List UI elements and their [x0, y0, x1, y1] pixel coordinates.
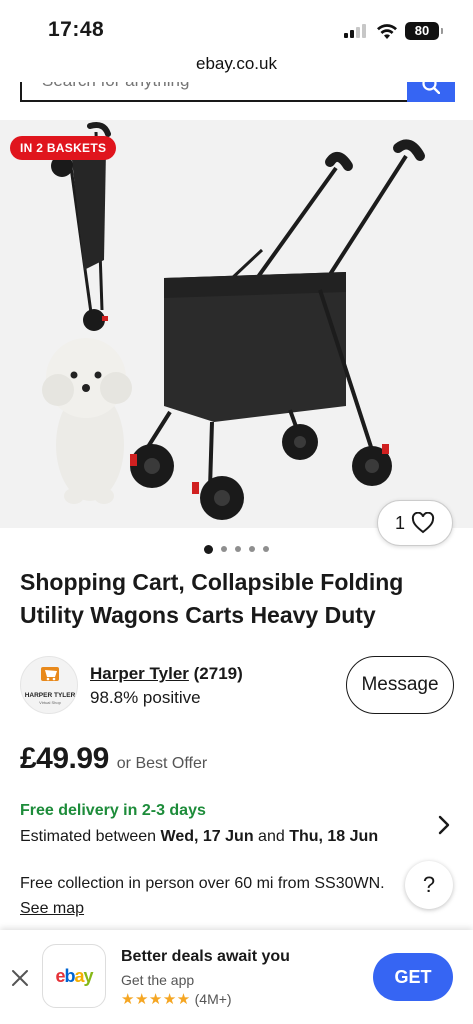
- app-install-banner: ebay Better deals await you Get the app …: [0, 930, 473, 1024]
- carousel-dot[interactable]: [221, 546, 227, 552]
- search-button[interactable]: [407, 82, 455, 102]
- browser-url[interactable]: ebay.co.uk: [0, 54, 473, 84]
- status-bar: 17:48 80: [0, 0, 473, 56]
- seller-logo-text: HARPER TYLER: [25, 692, 76, 699]
- carousel-dot[interactable]: [263, 546, 269, 552]
- search-input[interactable]: [22, 82, 408, 100]
- search-field[interactable]: [20, 82, 408, 102]
- collection-info: Free collection in person over 60 mi fro…: [20, 871, 390, 921]
- product-title: Shopping Cart, Collapsible Folding Utili…: [20, 569, 404, 628]
- heart-icon: [411, 512, 435, 534]
- delivery-title[interactable]: Free delivery in 2-3 days: [20, 802, 206, 820]
- search-bar: [0, 82, 473, 120]
- banner-title: Better deals await you: [121, 948, 290, 965]
- product-image-gallery[interactable]: IN 2 BASKETS: [0, 120, 473, 528]
- delivery-estimate[interactable]: Estimated between Wed, 17 Jun and Thu, 1…: [20, 828, 378, 846]
- get-app-button[interactable]: GET: [373, 953, 453, 1001]
- seller-name-row[interactable]: Harper Tyler (2719): [90, 664, 243, 684]
- wifi-icon: [377, 24, 397, 39]
- carousel-dot[interactable]: [204, 545, 213, 554]
- banner-subtitle: Get the app: [121, 972, 195, 988]
- seller-logo-subtext: Virtual Shop: [39, 700, 61, 705]
- rating-count: (4M+): [194, 991, 232, 1007]
- image-carousel-dots[interactable]: [0, 545, 473, 554]
- baskets-badge: IN 2 BASKETS: [10, 136, 117, 160]
- seller-feedback-count: (2719): [193, 664, 243, 683]
- app-rating: ★★★★★ (4M+): [121, 990, 232, 1008]
- delivery-end-date: Thu, 18 Jun: [289, 828, 379, 845]
- search-icon: [422, 82, 440, 94]
- watch-button[interactable]: 1: [377, 500, 453, 546]
- seller-positive-rating: 98.8% positive: [90, 688, 201, 707]
- seller-logo[interactable]: HARPER TYLER Virtual Shop: [20, 656, 78, 714]
- seller-logo-image: HARPER TYLER Virtual Shop: [25, 667, 76, 705]
- see-map-link[interactable]: See map: [20, 900, 84, 917]
- chevron-right-icon[interactable]: [436, 814, 452, 836]
- price: £49.99: [20, 742, 109, 775]
- best-offer-label: or Best Offer: [116, 755, 208, 772]
- carousel-dot[interactable]: [235, 546, 241, 552]
- carousel-dot[interactable]: [249, 546, 255, 552]
- delivery-estimate-and: and: [253, 828, 290, 845]
- open-cart-illustration: [130, 139, 425, 520]
- battery-icon: 80: [405, 22, 443, 40]
- seller-name[interactable]: Harper Tyler: [90, 664, 189, 683]
- help-button[interactable]: ?: [405, 861, 453, 909]
- ebay-app-icon[interactable]: ebay: [42, 944, 106, 1008]
- page: 17:48 80 ebay.co.uk Search for anything …: [0, 0, 473, 1024]
- rating-stars-icon: ★★★★★: [121, 991, 191, 1008]
- cellular-signal-icon: [344, 24, 366, 38]
- delivery-estimate-prefix: Estimated between: [20, 828, 161, 845]
- product-photo: [42, 122, 425, 520]
- message-seller-button[interactable]: Message: [346, 656, 454, 714]
- collection-text: Free collection in person over 60 mi fro…: [20, 875, 385, 892]
- watch-count: 1: [394, 512, 405, 533]
- price-row: £49.99 or Best Offer: [20, 742, 207, 776]
- status-time: 17:48: [48, 18, 105, 41]
- dog-illustration: [42, 338, 132, 504]
- delivery-start-date: Wed, 17 Jun: [160, 828, 254, 845]
- close-icon[interactable]: [10, 968, 30, 988]
